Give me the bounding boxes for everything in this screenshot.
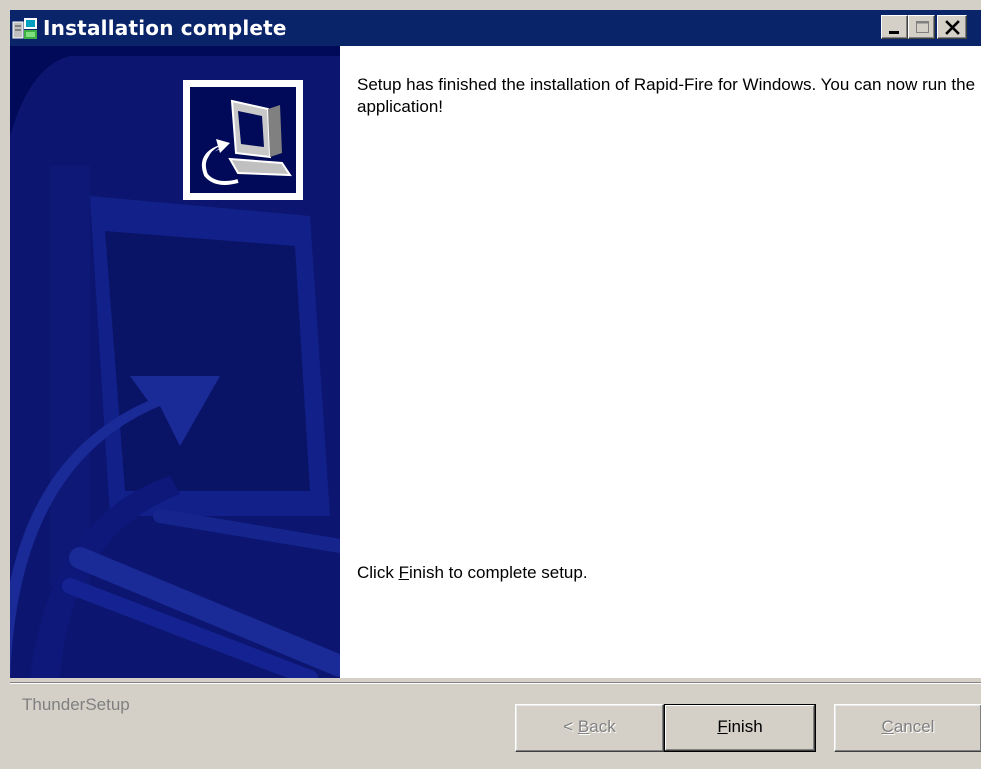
title-bar[interactable]: Installation complete bbox=[10, 10, 981, 46]
cancel-button-accelerator: C bbox=[881, 717, 894, 736]
maximize-icon bbox=[916, 21, 929, 33]
window-title: Installation complete bbox=[43, 16, 287, 40]
back-button-label: ack bbox=[589, 717, 616, 736]
back-button-prefix: < bbox=[563, 717, 578, 736]
cancel-button[interactable]: Cancel bbox=[834, 704, 981, 752]
minimize-icon bbox=[889, 31, 899, 34]
back-button[interactable]: < Back bbox=[515, 704, 664, 752]
finish-hint-prefix: Click bbox=[357, 563, 399, 582]
setup-icon bbox=[12, 16, 40, 42]
footer-divider-highlight bbox=[10, 683, 981, 684]
maximize-button[interactable] bbox=[908, 15, 935, 39]
finish-instruction: Click Finish to complete setup. bbox=[357, 562, 588, 584]
wizard-side-banner bbox=[10, 46, 340, 678]
close-icon bbox=[945, 20, 960, 35]
finish-button-label: inish bbox=[727, 717, 763, 736]
completion-message: Setup has finished the installation of R… bbox=[357, 75, 976, 116]
wizard-content: Setup has finished the installation of R… bbox=[340, 46, 981, 678]
computer-install-icon bbox=[183, 80, 303, 200]
finish-hint-accelerator: F bbox=[398, 563, 409, 582]
cancel-button-label: ancel bbox=[893, 717, 935, 736]
brand-label: ThunderSetup bbox=[22, 695, 130, 714]
finish-button[interactable]: Finish bbox=[664, 704, 816, 752]
finish-hint-suffix: inish to complete setup. bbox=[408, 563, 588, 582]
installer-window: Installation complete Setup has finished… bbox=[0, 0, 981, 769]
close-button[interactable] bbox=[937, 15, 967, 39]
finish-button-accelerator: F bbox=[717, 717, 728, 736]
minimize-button[interactable] bbox=[881, 15, 908, 39]
back-button-accelerator: B bbox=[577, 717, 590, 736]
